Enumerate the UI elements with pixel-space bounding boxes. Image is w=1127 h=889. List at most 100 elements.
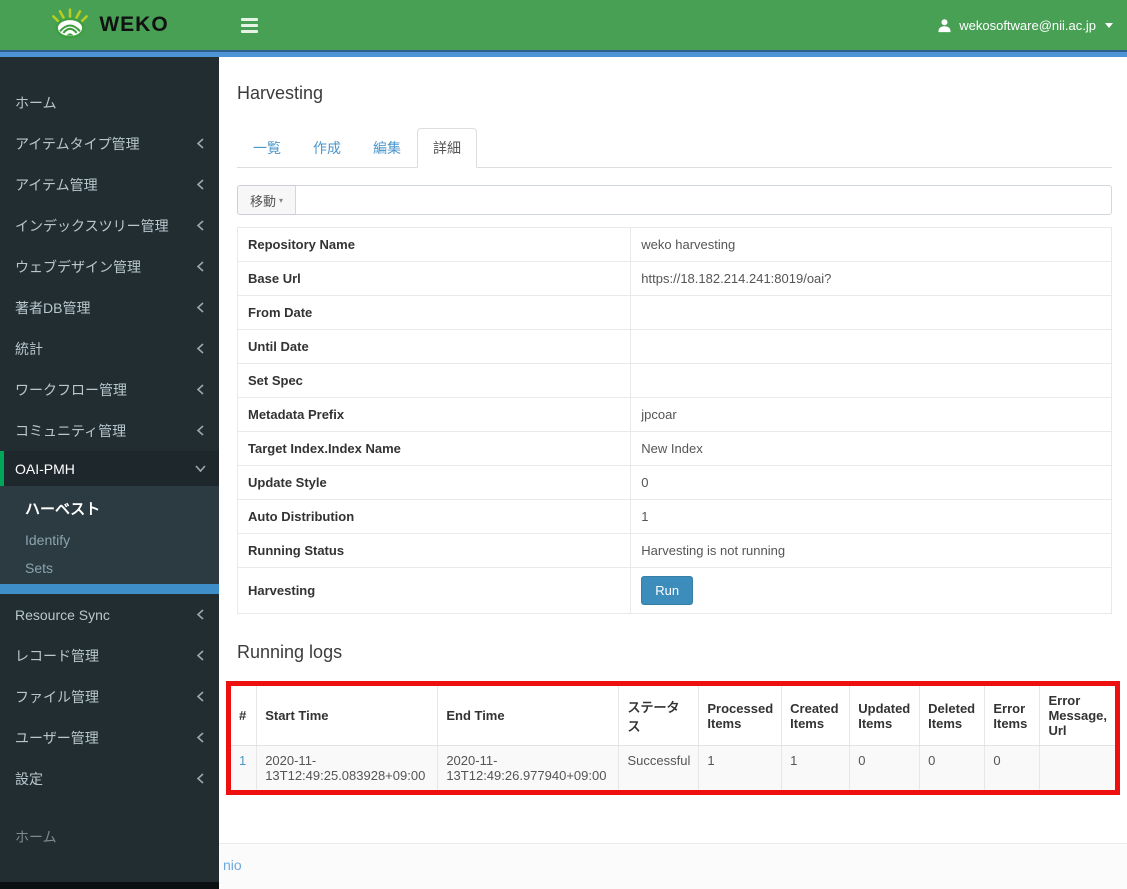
details-row: Metadata Prefix jpcoar <box>236 397 1112 432</box>
details-value: weko harvesting <box>630 227 1112 262</box>
sidebar-item-settings[interactable]: 設定 <box>0 758 219 799</box>
sidebar-item-community-management[interactable]: コミュニティ管理 <box>0 410 219 451</box>
sidebar-subitem-sets[interactable]: Sets <box>0 554 219 582</box>
sidebar-menu: ホームアイテムタイプ管理 アイテム管理インデックスツリー管理 ウェブデザイン管理 著者… <box>0 50 219 799</box>
user-email: wekosoftware@nii.ac.jp <box>959 17 1096 33</box>
logs-cell: 2020-11-13T12:49:26.977940+09:00 <box>437 745 619 790</box>
details-label: From Date <box>236 295 632 330</box>
sidebar-subitem-harvest[interactable]: ハーベスト <box>0 491 219 526</box>
sidebar-item-home[interactable]: ホーム <box>0 82 219 123</box>
move-button[interactable]: 移動 ▾ <box>237 185 296 215</box>
tab-bar: 一覧 作成 編集 詳細 <box>237 128 1112 168</box>
sidebar-item-label: アイテムタイプ管理 <box>15 135 140 152</box>
chevron-left-icon <box>196 137 205 150</box>
sidebar-item-label: ホーム <box>15 94 57 111</box>
logs-column-header: Error Items <box>984 686 1040 746</box>
details-value: jpcoar <box>630 397 1112 432</box>
details-label: Harvesting <box>236 567 632 614</box>
tab-detail-label[interactable]: 詳細 <box>417 128 477 168</box>
details-label: Update Style <box>236 465 632 500</box>
footer: nio <box>219 843 1127 889</box>
log-id-link[interactable]: 1 <box>239 753 246 768</box>
sidebar-subitem-identify[interactable]: Identify <box>0 526 219 554</box>
tab-create-label[interactable]: 作成 <box>297 128 357 168</box>
details-label: Target Index.Index Name <box>236 431 632 466</box>
logs-column-header: Processed Items <box>698 686 782 746</box>
brand-name: WEKO <box>99 13 169 36</box>
sidebar-item-oai-pmh[interactable]: OAI-PMH <box>0 451 219 486</box>
sidebar-item-statistics[interactable]: 統計 <box>0 328 219 369</box>
sidebar-item-label: コミュニティ管理 <box>15 422 127 439</box>
chevron-left-icon <box>196 424 205 437</box>
sidebar-item-label: アイテム管理 <box>15 176 98 193</box>
details-row: Update Style 0 <box>236 465 1112 500</box>
move-input[interactable] <box>295 185 1112 215</box>
chevron-left-icon <box>196 219 205 232</box>
sidebar-item-index-tree-management[interactable]: インデックスツリー管理 <box>0 205 219 246</box>
sidebar-item-label: ワークフロー管理 <box>15 381 127 398</box>
chevron-left-icon <box>196 690 205 703</box>
footer-link[interactable]: nio <box>223 857 242 873</box>
logs-cell <box>1039 745 1115 790</box>
logs-column-header: ステータス <box>618 686 699 746</box>
details-row: From Date <box>236 295 1112 330</box>
logs-column-header: End Time <box>437 686 619 746</box>
logo[interactable]: WEKO <box>0 0 219 50</box>
tab-list[interactable]: 一覧 <box>237 128 297 168</box>
details-value: 0 <box>630 465 1112 500</box>
chevron-left-icon <box>196 301 205 314</box>
running-logs-table: # Start Time End Time ステータス Processed Items C… <box>231 686 1115 790</box>
sidebar-item-author-db-management[interactable]: 著者DB管理 <box>0 287 219 328</box>
page-title: Harvesting <box>237 83 324 103</box>
chevron-left-icon <box>196 772 205 785</box>
sidebar-toggle-button[interactable] <box>233 9 266 42</box>
sidebar-item-user-management[interactable]: ユーザー管理 <box>0 717 219 758</box>
sidebar-item-record-management[interactable]: レコード管理 <box>0 635 219 676</box>
run-button[interactable]: Run <box>641 576 694 605</box>
logs-cell: Successful <box>618 745 699 790</box>
header-accent-line <box>0 50 1127 57</box>
logs-column-header: Error Message, Url <box>1039 686 1115 746</box>
move-caret-icon: ▾ <box>279 195 284 205</box>
logs-column-header: Deleted Items <box>919 686 985 746</box>
sidebar-item-file-management[interactable]: ファイル管理 <box>0 676 219 717</box>
user-menu[interactable]: wekosoftware@nii.ac.jp <box>937 18 1113 33</box>
details-label: Auto Distribution <box>236 499 632 534</box>
details-row: Harvesting Run <box>236 567 1112 614</box>
sidebar-item-workflow-management[interactable]: ワークフロー管理 <box>0 369 219 410</box>
sidebar-item-label: OAI-PMH <box>15 460 75 477</box>
chevron-left-icon <box>196 342 205 355</box>
sidebar-footer-home[interactable]: ホーム <box>15 827 57 847</box>
move-button-label: 移動 <box>250 193 277 209</box>
tab-list-label[interactable]: 一覧 <box>237 128 297 168</box>
hamburger-icon <box>241 17 258 33</box>
details-row: Base Url https://18.182.214.241:8019/oai? <box>236 261 1112 296</box>
sidebar-item-item-type-management[interactable]: アイテムタイプ管理 <box>0 123 219 164</box>
logs-cell: 2020-11-13T12:49:25.083928+09:00 <box>256 745 438 790</box>
chevron-left-icon <box>196 608 205 621</box>
details-row: Auto Distribution 1 <box>236 499 1112 534</box>
sidebar-item-web-design-management[interactable]: ウェブデザイン管理 <box>0 246 219 287</box>
sidebar-item-item-management[interactable]: アイテム管理 <box>0 164 219 205</box>
details-value: Harvesting is not running <box>630 533 1112 568</box>
logs-column-header: # <box>231 686 257 746</box>
logs-body: 1 2020-11-13T12:49:25.083928+09:00 2020-11… <box>231 745 1115 790</box>
details-label: Set Spec <box>236 363 632 398</box>
annotation-rectangle: # Start Time End Time ステータス Processed Items C… <box>226 681 1120 795</box>
chevron-left-icon <box>196 731 205 744</box>
tab-detail[interactable]: 詳細 <box>417 128 477 168</box>
details-row: Until Date <box>236 329 1112 364</box>
details-label: Until Date <box>236 329 632 364</box>
top-header: WEKO wekosoftware@nii.ac.jp <box>0 0 1127 50</box>
harvest-details-table: Repository Name weko harvesting Base Url ht… <box>236 227 1112 614</box>
details-label: Running Status <box>236 533 632 568</box>
chevron-left-icon <box>196 383 205 396</box>
details-row: Repository Name weko harvesting <box>236 227 1112 262</box>
tab-edit-label[interactable]: 編集 <box>357 128 417 168</box>
details-row: Running Status Harvesting is not running <box>236 533 1112 568</box>
tab-create[interactable]: 作成 <box>297 128 357 168</box>
sidebar-item-resource-sync[interactable]: Resource Sync <box>0 594 219 635</box>
tab-edit[interactable]: 編集 <box>357 128 417 168</box>
details-value <box>630 295 1112 330</box>
sidebar-item-label: ファイル管理 <box>15 688 99 705</box>
